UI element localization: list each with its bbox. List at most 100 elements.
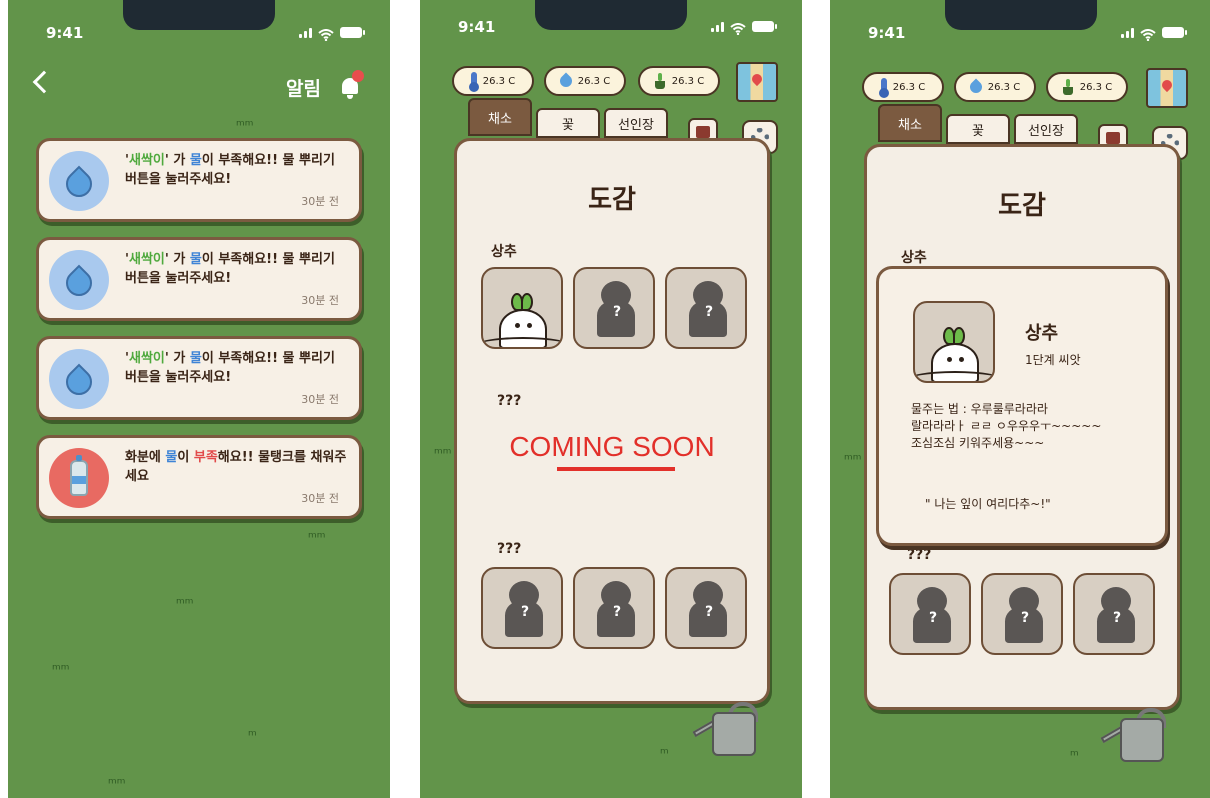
temperature-pill: 26.3 C <box>862 72 944 102</box>
status-icons <box>299 26 365 42</box>
signal-icon <box>1121 28 1134 38</box>
map-icon[interactable] <box>736 62 778 102</box>
bell-icon[interactable] <box>340 70 364 99</box>
plant-quote: " 나는 잎이 여리다추~!" <box>925 497 1051 511</box>
notification-card[interactable]: '새싹이' 가 물이 부족해요!! 물 뿌리기 버튼을 눌러주세요! 30분 전 <box>36 138 362 222</box>
back-button[interactable] <box>32 70 56 94</box>
water-drop-icon <box>49 349 109 409</box>
page-title: 알림 <box>286 78 321 100</box>
status-icons <box>1121 26 1187 42</box>
map-icon[interactable] <box>1146 68 1188 108</box>
tab-flower[interactable]: 꽃 <box>946 114 1010 144</box>
notch <box>945 0 1097 30</box>
notification-card[interactable]: '새싹이' 가 물이 부족해요!! 물 뿌리기 버튼을 눌러주세요! 30분 전 <box>36 237 362 321</box>
collection-title: 도감 <box>588 185 636 215</box>
signal-icon <box>711 22 724 32</box>
grass-icon: ᵐ <box>248 728 257 744</box>
notification-message: '새싹이' 가 물이 부족해요!! 물 뿌리기 버튼을 눌러주세요! <box>125 153 335 187</box>
locked-plant-slot[interactable]: ? <box>1073 573 1155 655</box>
tab-vegetable[interactable]: 채소 <box>468 98 532 136</box>
grass-icon: ᵐᵐ <box>176 596 194 612</box>
wifi-icon <box>730 20 746 36</box>
unknown-plant-icon: ? <box>1003 587 1045 643</box>
thermometer-icon <box>468 72 479 92</box>
water-drop-icon <box>967 78 985 96</box>
locked-plant-slot[interactable]: ? <box>665 267 747 349</box>
grass-icon: ᵐᵐ <box>434 446 452 462</box>
grass-icon: ᵐᵐ <box>844 452 862 468</box>
notification-card[interactable]: 화분에 물이 부족해요!! 물탱크를 채워주세요 30분 전 <box>36 435 362 519</box>
tab-cactus[interactable]: 선인장 <box>604 108 668 138</box>
wifi-icon <box>318 26 334 42</box>
section-label: 상추 <box>491 244 517 260</box>
notification-time: 30분 전 <box>301 294 339 307</box>
plant-pot-icon <box>654 73 666 89</box>
unknown-plant-icon: ? <box>503 581 545 637</box>
wifi-icon <box>1140 26 1156 42</box>
notification-time: 30분 전 <box>301 393 339 406</box>
water-drop-icon <box>49 151 109 211</box>
grass-icon: ᵐ <box>1070 748 1079 764</box>
collected-plant-slot[interactable] <box>481 267 563 349</box>
tab-vegetable[interactable]: 채소 <box>878 104 942 142</box>
status-time: 9:41 <box>458 18 496 36</box>
plant-stage: 1단계 씨앗 <box>1025 353 1081 367</box>
watering-can-icon[interactable] <box>1100 708 1178 768</box>
notification-message: 화분에 물이 부족해요!! 물탱크를 채워주세요 <box>125 450 347 484</box>
tab-flower[interactable]: 꽃 <box>536 108 600 138</box>
notification-time: 30분 전 <box>301 195 339 208</box>
section-label: ??? <box>907 547 932 563</box>
notification-message: '새싹이' 가 물이 부족해요!! 물 뿌리기 버튼을 눌러주세요! <box>125 351 335 385</box>
locked-plant-slot[interactable]: ? <box>573 267 655 349</box>
water-drop-icon <box>557 72 575 90</box>
collection-title: 도감 <box>998 191 1046 221</box>
collection-screen: 9:41 26.3 C 26.3 C 26.3 C 채소 꽃 선인장 도감 상추… <box>420 0 802 798</box>
notification-screen: 9:41 알림 ᵐᵐ ᵐᵐ ᵐᵐ ᵐᵐ ᵐ ᵐᵐ '새싹이' 가 물이 부족해요… <box>8 0 390 798</box>
status-icons <box>711 20 777 36</box>
locked-plant-slot[interactable]: ? <box>665 567 747 649</box>
grass-icon: ᵐᵐ <box>236 118 254 134</box>
battery-icon <box>1162 27 1187 38</box>
grass-icon: ᵐᵐ <box>308 530 326 546</box>
soil-pill: 26.3 C <box>1046 72 1128 102</box>
notification-message: '새싹이' 가 물이 부족해요!! 물 뿌리기 버튼을 눌러주세요! <box>125 252 335 286</box>
notification-dot <box>352 70 364 82</box>
section-label: ??? <box>497 541 522 557</box>
unknown-plant-icon: ? <box>595 581 637 637</box>
unknown-plant-icon: ? <box>595 281 637 337</box>
locked-plant-slot[interactable]: ? <box>889 573 971 655</box>
plant-pot-icon <box>1062 79 1074 95</box>
section-label: ??? <box>497 393 522 409</box>
unknown-plant-icon: ? <box>687 281 729 337</box>
locked-plant-slot[interactable]: ? <box>481 567 563 649</box>
locked-plant-slot[interactable]: ? <box>573 567 655 649</box>
collection-detail-screen: 9:41 26.3 C 26.3 C 26.3 C 채소 꽃 선인장 도감 상추… <box>830 0 1210 798</box>
plant-detail-popup[interactable]: 상추 1단계 씨앗 물주는 법 : 우루룰루라라라 랄라라라ㅏ ㄹㄹ ㅇ우우우ㅜ… <box>876 266 1168 546</box>
notification-time: 30분 전 <box>301 492 339 505</box>
locked-plant-slot[interactable]: ? <box>981 573 1063 655</box>
water-drop-icon <box>49 250 109 310</box>
coming-soon-underline <box>557 467 675 471</box>
coming-soon-label: COMING SOON <box>509 431 715 462</box>
unknown-plant-icon: ? <box>687 581 729 637</box>
plant-name: 상추 <box>1025 323 1059 344</box>
notification-card[interactable]: '새싹이' 가 물이 부족해요!! 물 뿌리기 버튼을 눌러주세요! 30분 전 <box>36 336 362 420</box>
humidity-pill: 26.3 C <box>954 72 1036 102</box>
soil-pill: 26.3 C <box>638 66 720 96</box>
notch <box>535 0 687 30</box>
humidity-pill: 26.3 C <box>544 66 626 96</box>
plant-description: 물주는 법 : 우루룰루라라라 랄라라라ㅏ ㄹㄹ ㅇ우우우ㅜ~~~~~ 조심조심… <box>911 402 1102 450</box>
status-time: 9:41 <box>868 24 906 42</box>
grass-icon: ᵐᵐ <box>52 662 70 678</box>
water-bottle-icon <box>49 448 109 508</box>
watering-can-icon[interactable] <box>692 702 770 762</box>
signal-icon <box>299 28 312 38</box>
unknown-plant-icon: ? <box>911 587 953 643</box>
collection-book: 도감 상추 ? ? ??? COMING SOON ??? ? ? ? <box>454 138 770 704</box>
battery-icon <box>752 21 777 32</box>
tab-cactus[interactable]: 선인장 <box>1014 114 1078 144</box>
battery-icon <box>340 27 365 38</box>
grass-icon: ᵐ <box>660 746 669 762</box>
status-time: 9:41 <box>46 24 84 42</box>
thermometer-icon <box>878 78 889 98</box>
